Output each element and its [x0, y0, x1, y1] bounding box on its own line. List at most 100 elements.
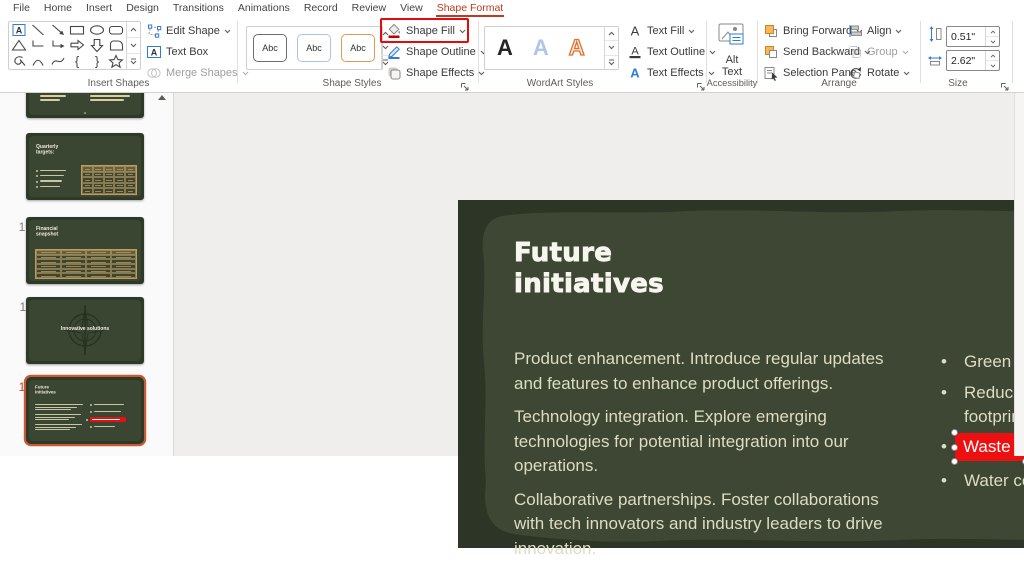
menu-tab-insert[interactable]: Insert — [79, 0, 119, 17]
dialog-launcher-wordart-styles[interactable] — [696, 79, 706, 89]
menu-tab-home[interactable]: Home — [37, 0, 79, 17]
send-backward-button[interactable]: Send Backward — [763, 43, 849, 61]
thumbnail-title: Quarterly targets: — [36, 144, 58, 155]
shape-fill-label: Shape Fill — [406, 25, 455, 37]
shape-left-brace-icon[interactable]: { — [68, 53, 86, 69]
editor-canvas: Future initiatives Product enhancement. … — [174, 92, 1024, 456]
gallery-more[interactable] — [605, 56, 618, 69]
shape-style-preset-2[interactable]: Abc — [297, 34, 331, 62]
gallery-more[interactable] — [127, 54, 140, 69]
shape-corner-shape-icon[interactable] — [107, 37, 125, 53]
slide-bullet-green-supply-chain[interactable]: Green supply chain — [938, 350, 1024, 374]
gallery-scroll-down[interactable] — [127, 38, 140, 54]
slide-canvas[interactable]: Future initiatives Product enhancement. … — [458, 200, 1024, 548]
menu-tab-review[interactable]: Review — [345, 0, 393, 17]
wordart-styles-gallery: AAA — [484, 26, 619, 70]
shape-star-icon[interactable] — [107, 53, 125, 69]
shape-outline-button[interactable]: Shape Outline — [386, 43, 487, 61]
ribbon-group-label-accessibility: Accessibility — [706, 78, 758, 88]
selection-handle-mid-left[interactable] — [951, 444, 958, 451]
shape-line-icon[interactable] — [29, 22, 47, 38]
shape-curve-icon[interactable] — [49, 53, 67, 69]
gallery-scroll-down[interactable] — [605, 41, 618, 55]
selection-handle-bottom-left[interactable] — [951, 458, 958, 465]
shape-arc-icon[interactable] — [29, 53, 47, 69]
shape-scribble-icon[interactable] — [10, 53, 28, 69]
slide-thumbnail-partial[interactable] — [26, 92, 144, 118]
slide-thumbnail-11[interactable]: Innovative solutions — [26, 297, 144, 364]
ribbon: A{}Edit ShapeAText BoxMerge ShapesInsert… — [0, 17, 1024, 93]
align-button[interactable]: Align — [847, 22, 902, 40]
dialog-launcher-shape-styles[interactable] — [460, 79, 470, 89]
thumbnail-scroll-up-icon[interactable] — [158, 95, 166, 100]
edit-shape-button[interactable]: Edit Shape — [146, 22, 231, 40]
svg-text:A: A — [16, 25, 23, 35]
shape-text-box-shape-icon[interactable]: A — [10, 22, 28, 38]
wordart-preset-1[interactable]: A — [497, 35, 513, 61]
bring-forward-button[interactable]: Bring Forward — [763, 22, 849, 40]
ribbon-group-label-size: Size — [922, 78, 994, 89]
menu-tab-design[interactable]: Design — [119, 0, 166, 17]
slide-thumbnail-10[interactable]: Financial snapshot — [26, 217, 144, 284]
shape-triangle-icon[interactable] — [10, 37, 28, 53]
wordart-preset-3[interactable]: A — [569, 35, 585, 61]
group-icon — [847, 44, 863, 60]
gallery-scroll-up[interactable] — [127, 22, 140, 38]
slide-title[interactable]: Future initiatives — [514, 238, 749, 300]
menu-tab-record[interactable]: Record — [297, 0, 345, 17]
ribbon-group-label-insert-shapes: Insert Shapes — [0, 78, 237, 89]
shape-rectangle-icon[interactable] — [68, 22, 86, 38]
shape-height-field-spinner[interactable] — [985, 27, 999, 46]
shape-style-preset-1[interactable]: Abc — [253, 34, 287, 62]
chevron-down-icon — [224, 29, 231, 34]
shape-width-field[interactable]: 2.62" — [946, 50, 1000, 71]
compass-graphic — [57, 302, 113, 363]
svg-text:A: A — [631, 46, 639, 58]
spinner-up-icon[interactable] — [986, 27, 999, 37]
shape-height-field[interactable]: 0.51" — [946, 26, 1000, 47]
menu-tab-shape-format[interactable]: Shape Format — [430, 0, 511, 17]
menu-tab-animations[interactable]: Animations — [231, 0, 297, 17]
shape-width-field-spinner[interactable] — [985, 51, 999, 70]
shape-rounded-rectangle-icon[interactable] — [107, 22, 125, 38]
ribbon-group-label-arrange: Arrange — [758, 78, 920, 89]
slide-bullet-reduced-carbon-footprint[interactable]: Reduced carbon footprint — [938, 381, 1024, 429]
text-box-button[interactable]: AText Box — [146, 43, 208, 61]
menu-tab-view[interactable]: View — [393, 0, 430, 17]
shape-fill-button[interactable]: Shape Fill — [386, 22, 466, 40]
shape-right-brace-icon[interactable]: } — [88, 53, 106, 69]
shape-oval-icon[interactable] — [88, 22, 106, 38]
shape-elbow-arrow-connector-icon[interactable] — [49, 37, 67, 53]
shape-elbow-connector-icon[interactable] — [29, 37, 47, 53]
shape-fill-icon — [386, 23, 402, 39]
selection-handle-top-left[interactable] — [951, 429, 958, 436]
vertical-scrollbar[interactable] — [1014, 92, 1024, 456]
slide-thumbnail-12[interactable]: Future initiatives — [26, 377, 144, 444]
slide-thumbnail-9[interactable]: Quarterly targets: — [26, 133, 144, 200]
spinner-down-icon[interactable] — [986, 37, 999, 46]
menu-tab-transitions[interactable]: Transitions — [166, 0, 231, 17]
gallery-scroll-up[interactable] — [605, 27, 618, 41]
edit-shape-icon — [146, 23, 162, 39]
group-label: Group — [867, 46, 898, 58]
shape-block-arrow-down-icon[interactable] — [88, 37, 106, 53]
slide-bullet-waste-reduction[interactable]: Waste Reduction — [938, 432, 1024, 462]
text-fill-label: Text Fill — [647, 25, 684, 37]
text-fill-button[interactable]: AText Fill — [627, 22, 695, 40]
slide-bullet-water-conservation[interactable]: Water conservation — [938, 469, 1024, 493]
slide-paragraph-1: Product enhancement. Introduce regular u… — [514, 347, 912, 396]
group-button[interactable]: Group — [847, 43, 909, 61]
menu-tab-file[interactable]: File — [6, 0, 37, 17]
spinner-down-icon[interactable] — [986, 61, 999, 70]
slide-body-text[interactable]: Product enhancement. Introduce regular u… — [514, 347, 912, 570]
spinner-up-icon[interactable] — [986, 51, 999, 61]
dialog-launcher-size[interactable] — [1000, 79, 1010, 89]
svg-text:A: A — [151, 48, 158, 58]
shape-style-preset-3[interactable]: Abc — [341, 34, 375, 62]
shape-block-arrow-right-icon[interactable] — [68, 37, 86, 53]
text-outline-button[interactable]: AText Outline — [627, 43, 716, 61]
wordart-preset-2[interactable]: A — [533, 35, 549, 61]
shape-arrow-line-icon[interactable] — [49, 22, 67, 38]
slide-bullet-list[interactable]: Green supply chain Reduced carbon footpri… — [938, 350, 1024, 493]
alt-text-button[interactable]: Alt Text — [708, 22, 756, 78]
